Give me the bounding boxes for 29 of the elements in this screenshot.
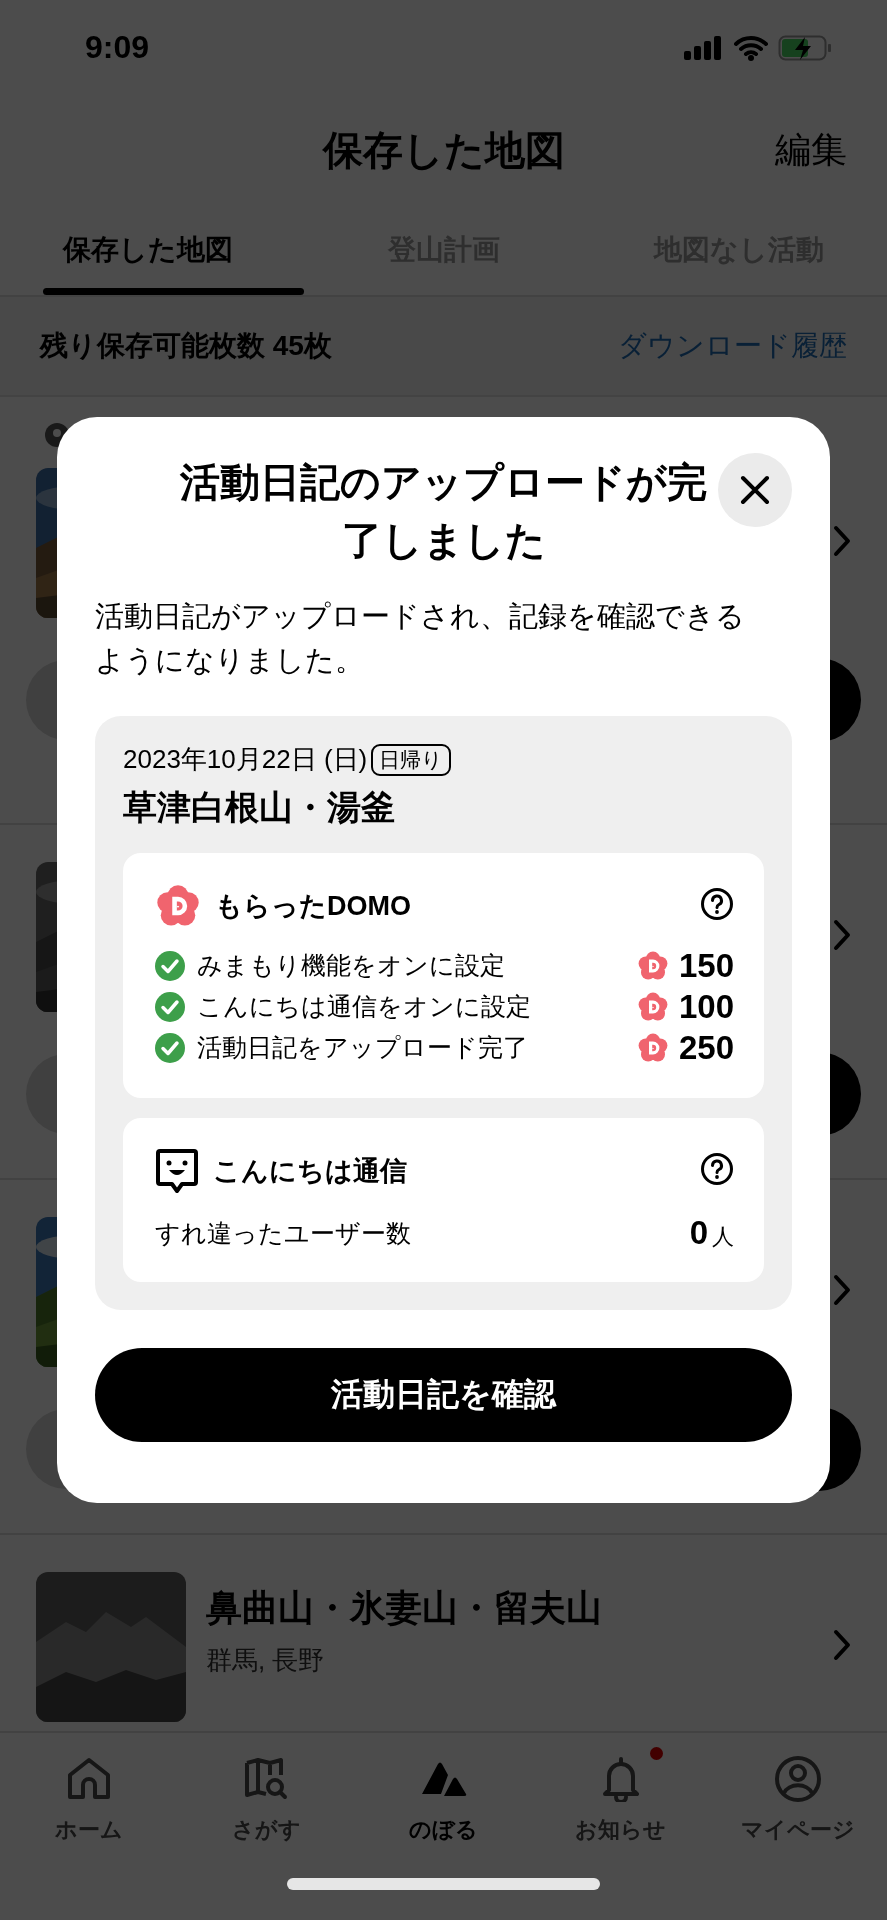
domo-heading: もらったDOMO	[215, 890, 412, 923]
domo-points: 250	[678, 1028, 734, 1067]
domo-flower-icon	[636, 1031, 669, 1064]
activity-name: 草津白根山・湯釜	[123, 787, 396, 828]
smiley-speech-icon	[155, 1148, 199, 1194]
day-trip-tag: 日帰り	[371, 743, 452, 776]
domo-flower-icon	[636, 949, 669, 982]
dialog-title: 活動日記のアップロードが完了しました	[179, 459, 708, 564]
reward-item: 活動日記をアップロード完了	[197, 1032, 529, 1063]
count-unit: 人	[712, 1223, 734, 1251]
view-diary-button[interactable]: 活動日記を確認	[95, 1348, 792, 1442]
help-icon[interactable]	[700, 887, 734, 921]
close-icon	[740, 475, 770, 505]
domo-points: 100	[678, 987, 734, 1026]
user-count: 0	[689, 1214, 708, 1252]
help-icon[interactable]	[700, 1152, 734, 1186]
domo-points: 150	[678, 946, 734, 985]
map-title: 鼻曲山・氷妻山・留夫山	[206, 1586, 603, 1630]
greeting-heading: こんにちは通信	[213, 1155, 408, 1188]
reward-item: こんにちは通信をオンに設定	[197, 991, 532, 1022]
activity-date: 2023年10月22日 (日)	[123, 743, 368, 776]
dialog-message: 活動日記がアップロードされ、記録を確認できるようになりました。	[95, 599, 746, 678]
remaining-count: 残り保存可能枚数 45枚	[40, 329, 332, 363]
map-region: 群馬, 長野	[206, 1644, 326, 1677]
domo-flower-icon	[636, 990, 669, 1023]
reward-item: みまもり機能をオンに設定	[197, 950, 506, 981]
passed-users-label: すれ違ったユーザー数	[155, 1217, 411, 1249]
screen-title: 保存した地図	[322, 126, 565, 174]
clock-time: 9:09	[85, 29, 150, 66]
